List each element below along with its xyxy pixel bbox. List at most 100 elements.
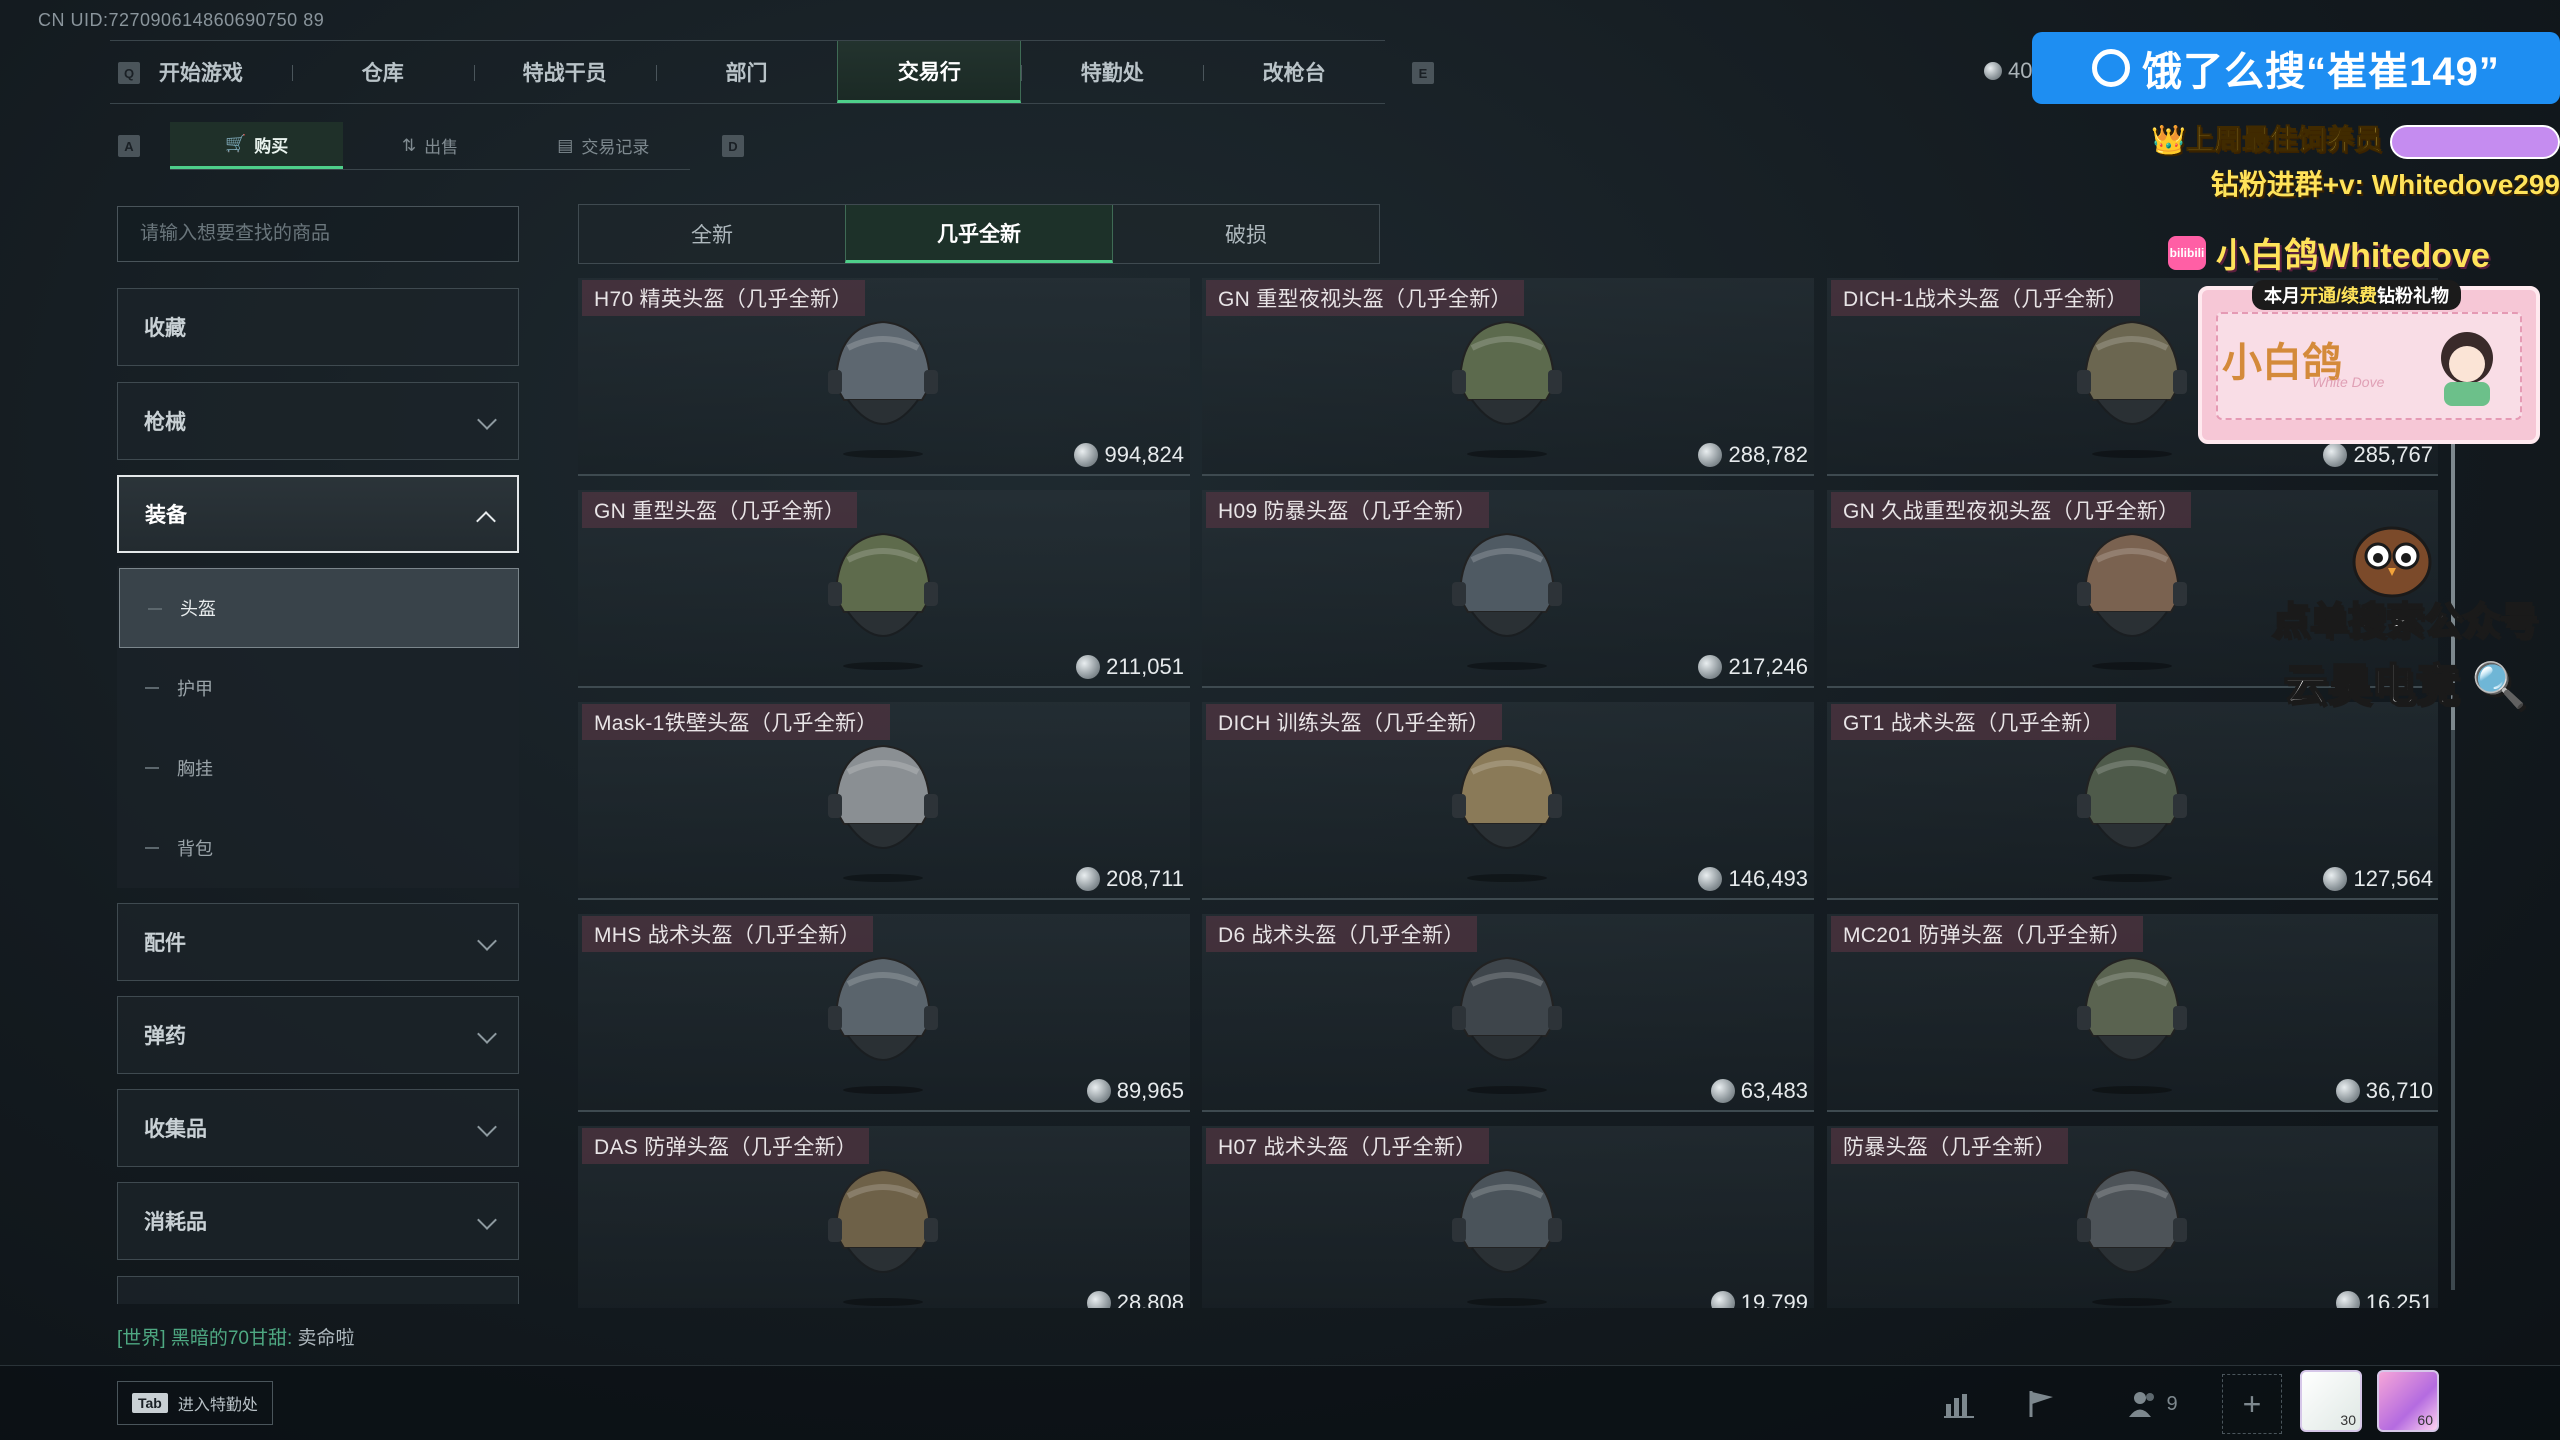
item-card[interactable]: MHS 战术头盔（几乎全新） 89,965 [578, 914, 1190, 1112]
search-input[interactable] [140, 223, 518, 245]
coin-icon [1076, 867, 1101, 891]
item-grid: H70 精英头盔（几乎全新） 994,824 GN 重型夜视头盔（几乎全新） 288,… [578, 278, 2438, 1308]
item-name: 防暴头盔（几乎全新） [1831, 1128, 2068, 1164]
subnav-next-key-hint[interactable]: D [722, 135, 744, 157]
item-price-value: 285,767 [2353, 442, 2433, 467]
stats-icon[interactable] [1938, 1382, 1982, 1426]
item-name: D6 战术头盔（几乎全新） [1206, 916, 1477, 952]
item-price: 208,711 [1076, 866, 1184, 892]
category-label: 枪械 [144, 411, 186, 434]
promo-line-2-text: 云昊电竞 [2282, 660, 2460, 711]
tab-special-ops[interactable]: 特勤处 [1021, 41, 1203, 103]
teammate-avatar-1[interactable]: 30 [2300, 1370, 2362, 1432]
tab-gunsmith[interactable]: 改枪台 [1203, 41, 1385, 103]
item-card[interactable]: GN 重型头盔（几乎全新） 211,051 [578, 490, 1190, 688]
enter-special-ops-button[interactable]: Tab 进入特勤处 [117, 1381, 273, 1425]
currency-display: 40 [1984, 58, 2032, 84]
tab-buy[interactable]: 🛒 购买 [170, 122, 344, 169]
streamer-info: 👑上周最佳饲养员 钻粉进群+v: Whitedove299 [2150, 118, 2560, 203]
item-card[interactable]: GN 重型夜视头盔（几乎全新） 288,782 [1202, 278, 1814, 476]
teammate-avatar-2[interactable]: 60 [2377, 1370, 2439, 1432]
subcategory-armor[interactable]: 护甲 [117, 648, 519, 728]
search-box[interactable] [117, 206, 519, 262]
item-card[interactable]: Mask-1铁壁头盔（几乎全新） 208,711 [578, 702, 1190, 900]
fan-group-line: 钻粉进群+v: Whitedove299 [2210, 168, 2560, 200]
item-price-value: 19,799 [1740, 1290, 1808, 1308]
streamer-handle: bilibili 小白鸽Whitedove [2168, 228, 2490, 277]
tab-start-game[interactable]: 开始游戏 [110, 41, 292, 103]
chat-channel: [世界] [117, 1328, 166, 1349]
tab-buy-label: 购买 [254, 136, 289, 156]
category-attachments[interactable]: 配件 [117, 903, 519, 981]
coin-icon [1698, 443, 1723, 467]
chat-message: 卖命啦 [297, 1328, 355, 1349]
category-consumables[interactable]: 消耗品 [117, 1182, 519, 1260]
helmet-icon [1452, 532, 1562, 670]
coin-icon [2335, 1291, 2360, 1308]
top-nav: 开始游戏 仓库 特战干员 部门 交易行 特勤处 改枪台 [110, 40, 1385, 104]
cart-icon: 🛒 [225, 134, 247, 153]
condition-filter: 全新 几乎全新 破损 [578, 204, 1380, 264]
subcategory-helmet[interactable]: 头盔 [119, 568, 519, 648]
tab-warehouse[interactable]: 仓库 [291, 41, 474, 103]
category-label: 消耗品 [144, 1211, 207, 1234]
category-label: 弹药 [144, 1025, 186, 1048]
category-favorites[interactable]: 收藏 [117, 288, 519, 366]
item-price: 994,824 [1074, 442, 1184, 468]
tab-trading[interactable]: 交易行 [837, 41, 1022, 103]
friends-button[interactable]: 9 [2118, 1382, 2188, 1426]
world-chat: [世界] 黑暗的70甘甜: 卖命啦 [117, 1323, 355, 1350]
tab-trade-history[interactable]: ▤ 交易记录 [517, 122, 690, 169]
helmet-icon [828, 956, 938, 1094]
item-card[interactable]: GT1 战术头盔（几乎全新） 127,564 [1827, 702, 2438, 900]
item-card[interactable]: 防暴头盔（几乎全新） 16,251 [1827, 1126, 2438, 1308]
category-firearms[interactable]: 枪械 [117, 382, 519, 460]
subnav-prev-key-hint[interactable]: A [118, 135, 140, 157]
item-price: 28,808 [1086, 1290, 1184, 1308]
tab-department[interactable]: 部门 [655, 41, 838, 103]
item-card[interactable]: D6 战术头盔（几乎全新） 63,483 [1202, 914, 1814, 1112]
promo-line-1: 点单搜索公众号 [2271, 600, 2539, 644]
subcategory-backpack[interactable]: 背包 [117, 808, 519, 888]
item-card[interactable]: H07 战术头盔（几乎全新） 19,799 [1202, 1126, 1814, 1308]
item-card[interactable]: H09 防暴头盔（几乎全新） 217,246 [1202, 490, 1814, 688]
category-ammo[interactable]: 弹药 [117, 996, 519, 1074]
condition-almost-new[interactable]: 几乎全新 [845, 205, 1113, 263]
item-price: 89,965 [1086, 1078, 1184, 1104]
equipment-subcategories: 头盔 护甲 胸挂 背包 [117, 566, 519, 888]
coin-icon [1086, 1291, 1111, 1308]
condition-damaged[interactable]: 破损 [1113, 205, 1379, 263]
condition-new[interactable]: 全新 [579, 205, 845, 263]
item-price: 36,710 [2335, 1078, 2433, 1104]
tab-sell-label: 出售 [424, 138, 459, 157]
helmet-icon [2077, 532, 2187, 670]
item-price-value: 28,808 [1116, 1290, 1184, 1308]
plus-icon: + [2242, 1385, 2262, 1422]
gift-title-pre: 本月 [2264, 286, 2300, 306]
trade-subnav: 🛒 购买 ⇅ 出售 ▤ 交易记录 [170, 122, 690, 170]
subcategory-chest-rig[interactable]: 胸挂 [117, 728, 519, 808]
coin-icon [2323, 867, 2348, 891]
tab-operators[interactable]: 特战干员 [473, 41, 656, 103]
helmet-icon [828, 1168, 938, 1306]
category-collectibles[interactable]: 收集品 [117, 1089, 519, 1167]
category-equipment[interactable]: 装备 [117, 475, 519, 553]
item-price-value: 208,711 [1106, 866, 1184, 891]
item-price-value: 127,564 [2353, 866, 2433, 891]
add-teammate-button[interactable]: + [2222, 1374, 2282, 1434]
item-card[interactable]: MC201 防弹头盔（几乎全新） 36,710 [1827, 914, 2438, 1112]
search-icon: 🔍 [2471, 660, 2528, 711]
item-card[interactable]: H70 精英头盔（几乎全新） 994,824 [578, 278, 1190, 476]
flag-icon[interactable] [2020, 1382, 2064, 1426]
avatar-level: 60 [2417, 1412, 2433, 1428]
nav-next-key-hint[interactable]: E [1412, 62, 1434, 84]
tab-sell[interactable]: ⇅ 出售 [343, 122, 516, 169]
item-card[interactable]: DAS 防弹头盔（几乎全新） 28,808 [578, 1126, 1190, 1308]
item-card[interactable]: DICH 训练头盔（几乎全新） 146,493 [1202, 702, 1814, 900]
coin-icon [1710, 1291, 1735, 1308]
sell-icon: ⇅ [401, 135, 417, 155]
item-price-value: 36,710 [2365, 1078, 2433, 1103]
item-price-value: 211,051 [1106, 654, 1184, 679]
chevron-down-icon [477, 931, 497, 951]
category-more[interactable] [117, 1276, 519, 1304]
